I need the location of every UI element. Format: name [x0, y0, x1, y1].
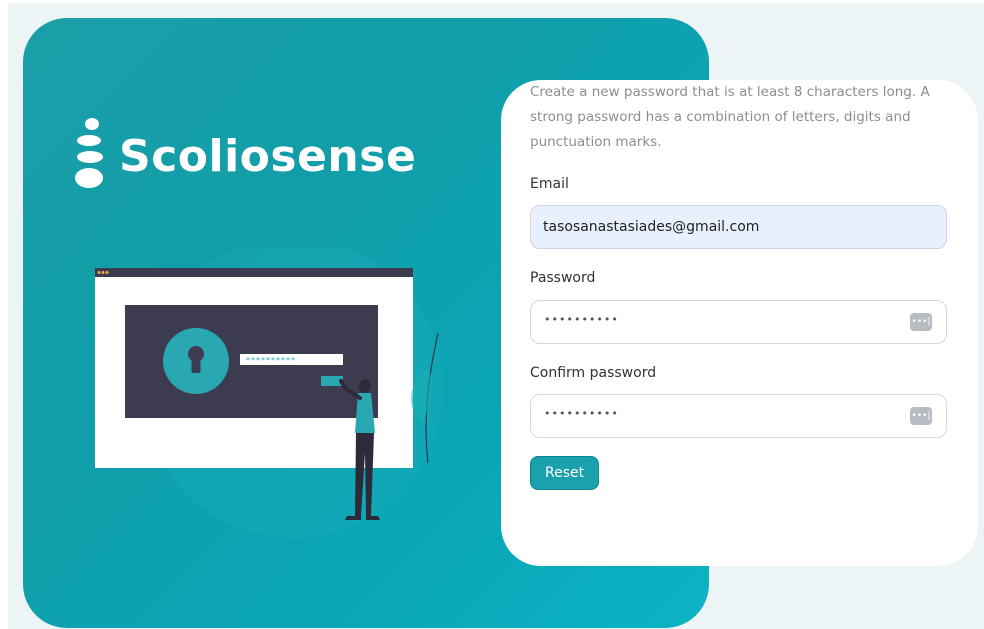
password-label: Password [530, 270, 596, 286]
reset-password-page: Scoliosense ********** Create a new pass… [0, 0, 984, 629]
reset-button[interactable]: Reset [530, 456, 600, 490]
password-illustration: ********** [95, 248, 443, 538]
confirm-password-field[interactable]: •••••••••• •••| [530, 394, 947, 438]
password-field[interactable]: •••••••••• •••| [530, 300, 947, 344]
confirm-password-masked-value: •••••••••• [544, 407, 619, 420]
confirm-password-reveal-icon[interactable]: •••| [910, 407, 932, 425]
person-shoe [366, 516, 380, 520]
window-dot-icon [105, 271, 109, 274]
window-dot-icon [97, 271, 101, 274]
person-head [359, 379, 371, 393]
logo-mark-icon [75, 118, 111, 194]
password-masked-value: •••••••••• [544, 313, 619, 326]
email-field[interactable] [543, 206, 903, 248]
confirm-password-label: Confirm password [530, 365, 657, 381]
window-dot-icon [101, 271, 105, 274]
keyhole-stem [191, 356, 201, 373]
password-reveal-icon[interactable]: •••| [910, 313, 932, 331]
person-shoe [345, 516, 361, 520]
illustration-password-text: ********** [246, 356, 296, 365]
email-field-wrapper [530, 205, 947, 249]
reset-password-card: Create a new password that is at least 8… [501, 80, 978, 566]
brand-name: Scoliosense [119, 130, 417, 182]
browser-titlebar [95, 268, 413, 277]
password-instructions: Create a new password that is at least 8… [530, 84, 930, 150]
brand-logo: Scoliosense [75, 118, 416, 194]
email-label: Email [530, 176, 569, 192]
